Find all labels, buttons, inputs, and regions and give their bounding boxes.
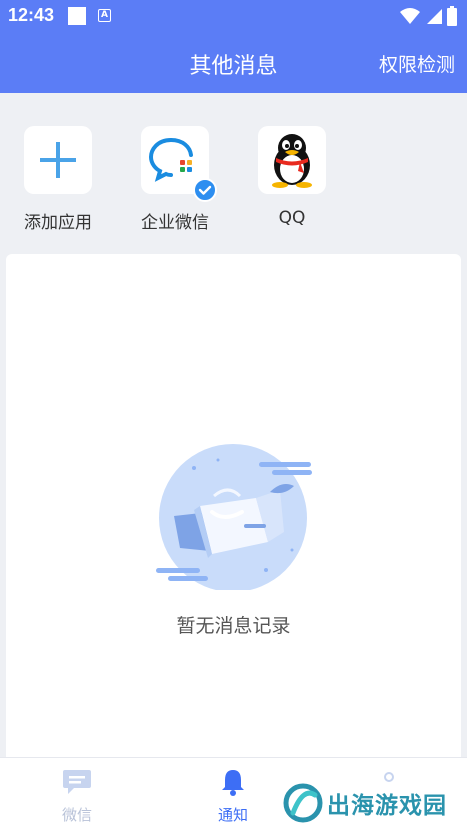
app-label-qq: QQ	[278, 208, 306, 228]
plus-icon	[40, 142, 76, 178]
qq-penguin-icon	[272, 134, 312, 188]
chat-icon	[63, 770, 91, 794]
status-time: 12:43	[8, 5, 55, 25]
add-app-tile[interactable]	[24, 126, 92, 194]
qq-app-item[interactable]: QQ	[242, 126, 342, 228]
wifi-icon	[400, 8, 420, 24]
square-icon	[68, 7, 86, 25]
bell-icon	[222, 770, 244, 796]
profile-icon	[384, 772, 394, 782]
check-badge-icon	[193, 178, 217, 202]
watermark: 出海游戏园	[283, 783, 447, 823]
wecom-app-item[interactable]: 企业微信	[125, 126, 225, 233]
permission-check-button[interactable]: 权限检测	[379, 50, 455, 77]
a-icon: A	[98, 9, 111, 22]
tab-label-wechat: 微信	[61, 806, 92, 824]
signal-icon	[427, 9, 442, 24]
app-list: 添加应用 企业微信 QQ	[0, 93, 467, 253]
app-label-wecom: 企业微信	[141, 213, 209, 233]
empty-box-icon	[156, 444, 312, 590]
empty-state-text: 暂无消息记录	[176, 615, 291, 637]
tab-notifications[interactable]: 通知	[193, 768, 273, 825]
app-label-add: 添加应用	[24, 213, 92, 233]
qq-app-tile[interactable]	[258, 126, 326, 194]
tab-label-notifications: 通知	[217, 806, 248, 824]
message-list-panel: 暂无消息记录	[6, 254, 461, 764]
tab-wechat[interactable]: 微信	[37, 768, 117, 825]
header: 12:43 A 其他消息 权限检测	[0, 0, 467, 93]
system-icons	[399, 6, 457, 26]
wecom-app-tile[interactable]	[141, 126, 217, 202]
add-app-item[interactable]: 添加应用	[8, 126, 108, 233]
watermark-text: 出海游戏园	[327, 793, 447, 819]
watermark-logo-icon	[283, 783, 323, 823]
battery-icon	[447, 6, 457, 26]
status-bar: 12:43 A	[0, 0, 467, 32]
